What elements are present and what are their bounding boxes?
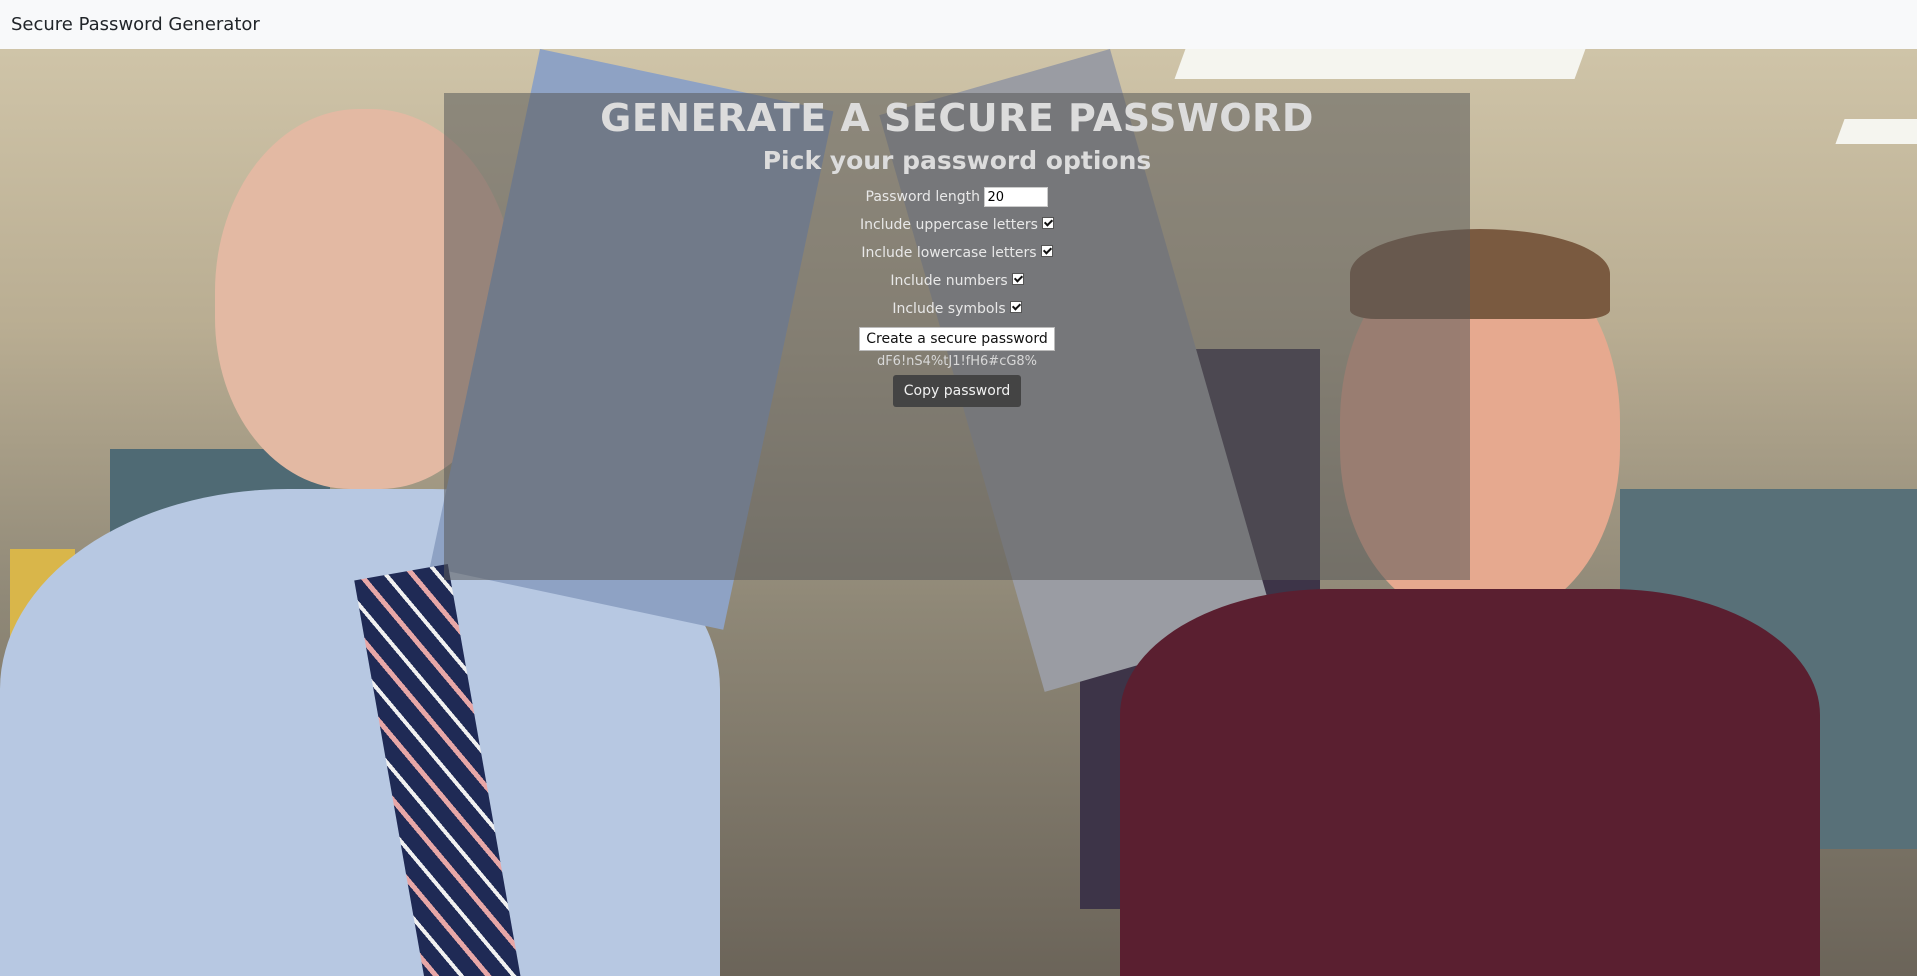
lowercase-row: Include lowercase letters [444,239,1470,267]
person-sweater [1120,589,1820,976]
ceiling-light [1174,49,1586,79]
page-subtitle: Pick your password options [762,146,1152,175]
uppercase-checkbox[interactable] [1041,217,1054,229]
navbar: Secure Password Generator [0,0,1917,49]
symbols-label: Include symbols [892,301,1006,317]
uppercase-label: Include uppercase letters [860,217,1038,233]
create-password-button[interactable]: Create a secure password [859,327,1055,351]
numbers-checkbox[interactable] [1011,273,1024,285]
generated-password: dF6!nS4%tJ1!fH6#cG8% [876,354,1038,369]
numbers-row: Include numbers [444,267,1470,295]
symbols-checkbox[interactable] [1009,301,1022,313]
length-label: Password length [865,189,980,205]
page-title: GENERATE A SECURE PASSWORD [600,96,1314,140]
lowercase-checkbox[interactable] [1040,245,1053,257]
uppercase-row: Include uppercase letters [444,211,1470,239]
navbar-brand[interactable]: Secure Password Generator [11,14,260,35]
length-input[interactable] [984,187,1049,207]
numbers-label: Include numbers [890,273,1008,289]
length-row: Password length [444,183,1470,211]
copy-password-button[interactable]: Copy password [892,375,1022,407]
ceiling-light [1835,119,1917,144]
generator-panel: GENERATE A SECURE PASSWORD Pick your pas… [444,93,1470,580]
lowercase-label: Include lowercase letters [861,245,1037,261]
symbols-row: Include symbols [444,295,1470,323]
